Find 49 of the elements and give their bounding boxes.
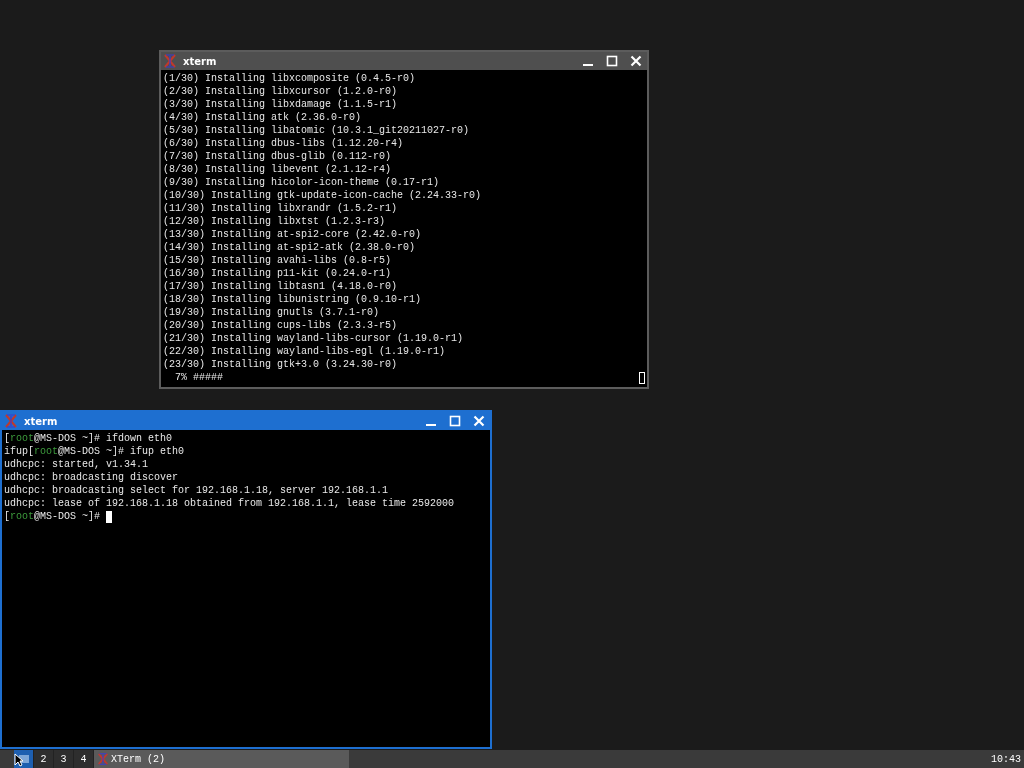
terminal-line: [root@MS-DOS ~]# [4,510,102,523]
maximize-icon [606,55,618,67]
title-bar[interactable]: xterm [161,52,647,70]
workspace-button[interactable]: 4 [74,750,94,768]
terminal-line: (16/30) Installing p11-kit (0.24.0-r1) [163,267,392,280]
x-logo-icon [97,753,109,765]
terminal-line: (8/30) Installing libevent (2.1.12-r4) [163,163,392,176]
window-title: xterm [24,415,59,427]
terminal-line: (23/30) Installing gtk+3.0 (3.24.30-r0) [163,358,398,371]
terminal-line: (12/30) Installing libxtst (1.2.3-r3) [163,215,386,228]
terminal-line: udhcpc: broadcasting discover [4,471,179,484]
terminal-line: (6/30) Installing dbus-libs (1.12.20-r4) [163,137,404,150]
window-title: xterm [183,55,218,67]
task-button[interactable]: XTerm (2) [94,750,349,768]
terminal-line: udhcpc: broadcasting select for 192.168.1.18, server 192.168.1.1 [4,484,389,497]
terminal-line: (19/30) Installing gnutls (3.7.1-r0) [163,306,380,319]
terminal-line: [root@MS-DOS ~]# ifdown eth0 [4,432,173,445]
terminal-line: (10/30) Installing gtk-update-icon-cache (2.24.33-r0) [163,189,482,202]
terminal-line: udhcpc: lease of 192.168.1.18 obtained from 192.168.1.1, lease time 2592000 [4,497,455,510]
terminal-line: (4/30) Installing atk (2.36.0-r0) [163,111,362,124]
terminal-line: udhcpc: started, v1.34.1 [4,458,149,471]
workspace-button[interactable]: 2 [34,750,54,768]
clock: 10:43 [991,753,1022,765]
terminal-line: (14/30) Installing at-spi2-atk (2.38.0-r0) [163,241,416,254]
terminal-line: (11/30) Installing libxrandr (1.5.2-r1) [163,202,398,215]
workspace-button[interactable]: 3 [54,750,74,768]
terminal-line: (22/30) Installing wayland-libs-egl (1.19.0-r1) [163,345,446,358]
maximize-icon [449,415,461,427]
x-logo-icon [163,54,177,68]
terminal-line: (20/30) Installing cups-libs (2.3.3-r5) [163,319,398,332]
x-logo-icon [4,414,18,428]
terminal-line: (5/30) Installing libatomic (10.3.1_git20211027-r0) [163,124,470,137]
terminal-line: (21/30) Installing wayland-libs-cursor (1.19.0-r1) [163,332,464,345]
minimize-icon [426,424,436,426]
terminal-line: (18/30) Installing libunistring (0.9.10-r1) [163,293,422,306]
close-icon [473,415,485,427]
minimize-icon [583,64,593,66]
terminal-line: (2/30) Installing libxcursor (1.2.0-r0) [163,85,398,98]
terminal-line: (13/30) Installing at-spi2-core (2.42.0-r0) [163,228,422,241]
terminal-line: ifup[root@MS-DOS ~]# ifup eth0 [4,445,185,458]
terminal-line: 7% ##### [174,371,223,384]
terminal-line: (9/30) Installing hicolor-icon-theme (0.17-r1) [163,176,440,189]
mouse-pointer-icon [14,753,24,767]
terminal-line: (17/30) Installing libtasn1 (4.18.0-r0) [163,280,398,293]
terminal-line: (1/30) Installing libxcomposite (0.4.5-r0) [163,72,416,85]
terminal-line: (15/30) Installing avahi-libs (0.8-r5) [163,254,392,267]
close-icon [630,55,642,67]
terminal-line: (7/30) Installing dbus-glib (0.112-r0) [163,150,392,163]
terminal-line: (3/30) Installing libxdamage (1.1.5-r1) [163,98,398,111]
